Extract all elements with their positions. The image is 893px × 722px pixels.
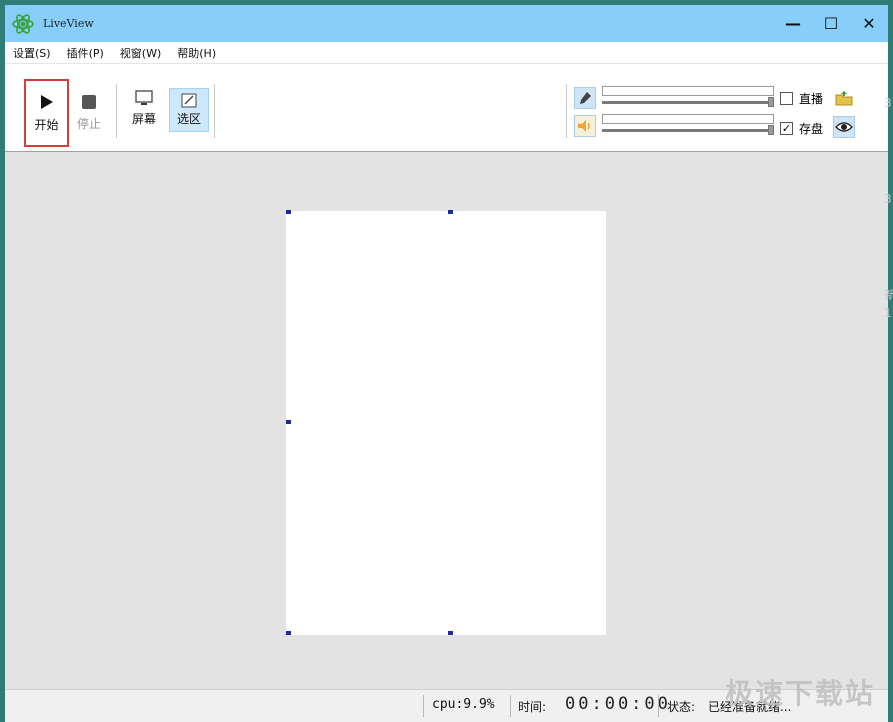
minimize-button[interactable]: — — [774, 5, 812, 42]
live-checkbox[interactable]: 直播 — [780, 90, 823, 107]
site-watermark: 极速下载站 — [724, 677, 875, 710]
slider-track — [602, 129, 770, 132]
region-select-icon — [181, 93, 197, 108]
status-divider — [423, 695, 424, 717]
toolbar: 开始 停止 屏幕 选区 直播 ✓ 存盘 — [5, 64, 888, 152]
monitor-icon — [135, 89, 153, 105]
play-icon — [40, 94, 53, 109]
slider-track — [602, 101, 770, 104]
background-text: 3 — [884, 96, 892, 110]
slider-box — [602, 114, 774, 124]
background-text: 3 — [884, 192, 892, 206]
screen-button[interactable]: 屏幕 — [124, 84, 164, 132]
slider-thumb[interactable] — [768, 125, 774, 135]
live-checkbox-box[interactable] — [780, 92, 793, 105]
toolbar-divider — [116, 84, 117, 138]
window-title: LiveView — [43, 17, 94, 30]
background-text: 1 — [884, 306, 892, 320]
state-label: 状态: — [667, 700, 696, 714]
resize-handle[interactable] — [286, 631, 291, 635]
screen-label: 屏幕 — [131, 111, 156, 126]
status-divider — [658, 695, 659, 717]
window-controls: — ☐ ✕ — [774, 5, 888, 42]
speaker-volume-slider[interactable] — [602, 114, 774, 135]
save-label: 存盘 — [799, 122, 824, 136]
open-folder-icon[interactable] — [833, 87, 855, 109]
toolbar-divider — [566, 84, 567, 138]
preview-canvas[interactable] — [5, 152, 888, 689]
background-text: 新 — [884, 288, 893, 302]
live-label: 直播 — [799, 92, 824, 106]
cpu-usage: cpu:9.9% — [432, 697, 495, 712]
microphone-icon[interactable] — [574, 87, 596, 109]
toolbar-divider — [214, 84, 215, 138]
elapsed-time: 00:00:00 — [565, 694, 671, 714]
menu-plugins[interactable]: 插件(P) — [59, 45, 112, 61]
resize-handle[interactable] — [448, 210, 453, 214]
start-button[interactable]: 开始 — [24, 79, 69, 147]
slider-thumb[interactable] — [768, 97, 774, 107]
microphone-volume-slider[interactable] — [602, 86, 774, 107]
menu-window[interactable]: 视窗(W) — [112, 45, 169, 61]
speaker-icon[interactable] — [574, 115, 596, 137]
stop-icon — [82, 94, 96, 109]
status-divider — [510, 695, 511, 717]
start-label: 开始 — [34, 117, 59, 132]
menu-bar: 设置(S) 插件(P) 视窗(W) 帮助(H) — [5, 42, 888, 64]
region-button[interactable]: 选区 — [169, 88, 209, 132]
slider-box — [602, 86, 774, 96]
capture-region[interactable] — [286, 211, 606, 635]
time-label: 时间: — [518, 700, 547, 714]
save-checkbox[interactable]: ✓ 存盘 — [780, 120, 823, 137]
save-checkbox-box[interactable]: ✓ — [780, 122, 793, 135]
preview-eye-icon[interactable] — [833, 116, 855, 138]
liveview-logo-icon — [12, 13, 34, 34]
resize-handle[interactable] — [286, 210, 291, 214]
title-bar[interactable]: LiveView — ☐ ✕ — [5, 5, 888, 42]
maximize-button[interactable]: ☐ — [812, 5, 850, 42]
stop-button[interactable]: 停止 — [70, 79, 108, 147]
region-label: 选区 — [176, 112, 201, 126]
close-button[interactable]: ✕ — [850, 5, 888, 42]
resize-handle[interactable] — [286, 420, 291, 424]
menu-settings[interactable]: 设置(S) — [5, 45, 59, 61]
app-window: LiveView — ☐ ✕ 设置(S) 插件(P) 视窗(W) 帮助(H) 开… — [0, 0, 893, 722]
menu-help[interactable]: 帮助(H) — [169, 45, 224, 61]
stop-label: 停止 — [76, 116, 101, 131]
resize-handle[interactable] — [448, 631, 453, 635]
